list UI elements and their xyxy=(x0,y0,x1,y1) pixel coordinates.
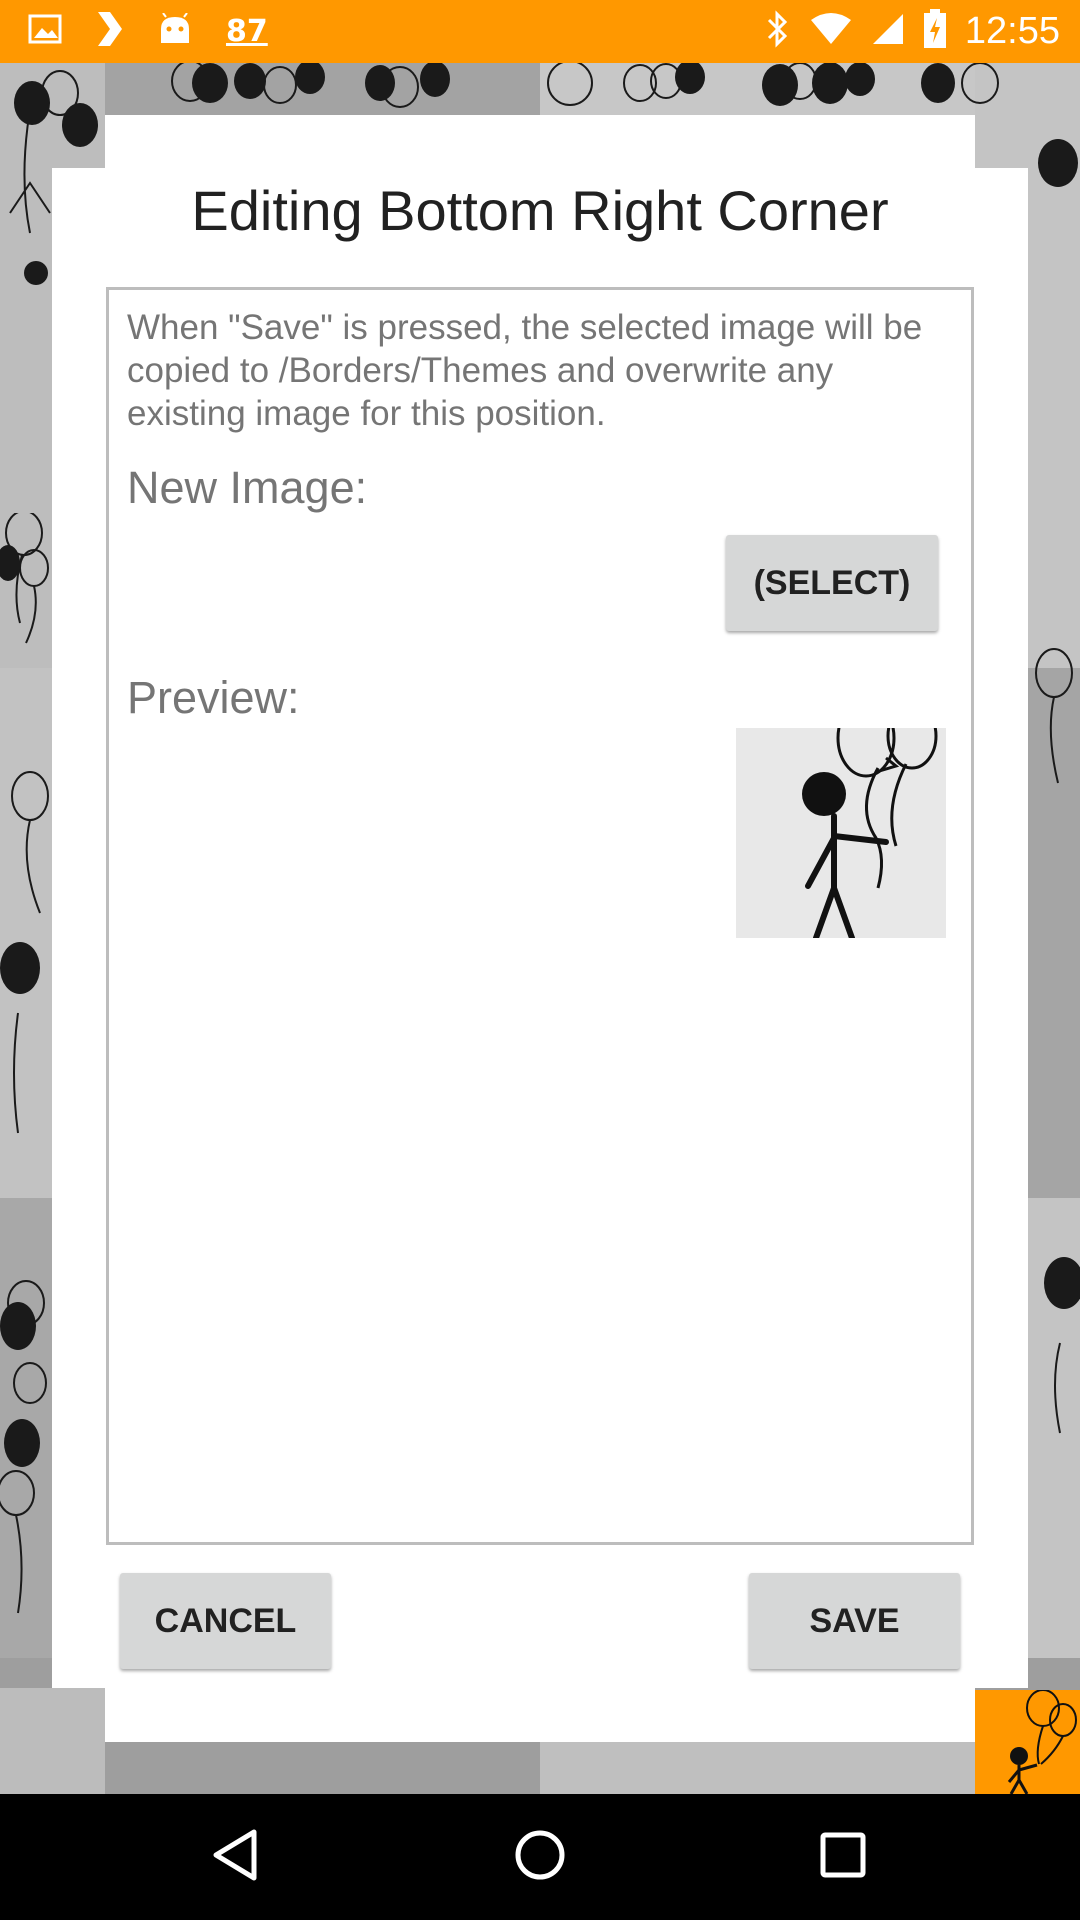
dialog-content-panel: When "Save" is pressed, the selected ima… xyxy=(106,287,974,1545)
android-icon xyxy=(158,12,192,50)
battery-charging-icon xyxy=(923,9,947,54)
selected-corner-tile xyxy=(975,1689,1080,1794)
preview-label: Preview: xyxy=(127,672,300,723)
select-image-button[interactable]: (SELECT) xyxy=(726,535,938,631)
new-image-label: New Image: xyxy=(127,462,368,513)
dialog-top-edge xyxy=(105,115,975,175)
dialog-bottom-edge xyxy=(105,1680,975,1742)
image-icon xyxy=(28,14,62,49)
status-bar: 87 12:55 xyxy=(0,0,1080,63)
cancel-button[interactable]: CANCEL xyxy=(120,1573,331,1669)
preview-image xyxy=(736,728,946,938)
bluetooth-icon xyxy=(765,10,791,53)
wifi-icon xyxy=(809,12,853,51)
notification-badge: 87 xyxy=(226,14,268,49)
navigation-bar xyxy=(0,1794,1080,1920)
dialog-title: Editing Bottom Right Corner xyxy=(191,179,889,242)
info-text: When "Save" is pressed, the selected ima… xyxy=(127,308,923,433)
chevron-right-icon xyxy=(96,10,124,53)
back-icon xyxy=(210,1828,260,1887)
save-button[interactable]: SAVE xyxy=(749,1573,960,1669)
recents-button[interactable] xyxy=(773,1794,913,1920)
cell-signal-icon xyxy=(871,12,905,51)
recents-icon xyxy=(819,1831,867,1884)
home-button[interactable] xyxy=(470,1794,610,1920)
back-button[interactable] xyxy=(165,1794,305,1920)
home-icon xyxy=(514,1829,566,1886)
clock: 12:55 xyxy=(964,10,1060,52)
